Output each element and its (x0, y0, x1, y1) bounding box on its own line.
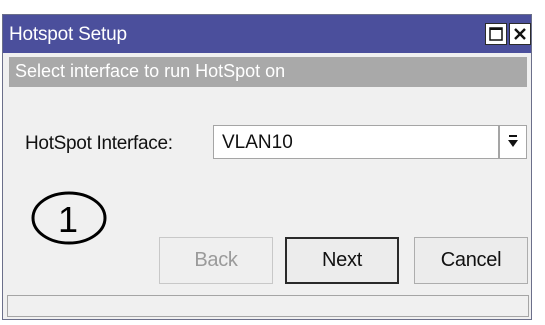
close-icon (514, 28, 526, 40)
back-button[interactable]: Back (159, 237, 273, 284)
interface-dropdown-button[interactable] (499, 125, 527, 159)
maximize-icon (489, 27, 503, 41)
instruction-bar: Select interface to run HotSpot on (9, 57, 527, 87)
dropdown-arrow-icon (508, 135, 518, 147)
maximize-button[interactable] (485, 23, 507, 45)
title-bar[interactable]: Hotspot Setup (3, 15, 531, 53)
next-button[interactable]: Next (285, 237, 399, 284)
status-bar (7, 295, 529, 317)
cancel-button[interactable]: Cancel (414, 237, 528, 284)
window-title: Hotspot Setup (9, 24, 127, 45)
hotspot-interface-value: VLAN10 (222, 132, 293, 153)
step-number: 1 (57, 199, 79, 240)
hotspot-setup-window: Hotspot Setup Select interface to run Ho… (2, 14, 532, 320)
close-button[interactable] (509, 23, 531, 45)
hotspot-interface-select[interactable]: VLAN10 (213, 125, 499, 159)
hotspot-interface-label: HotSpot Interface: (25, 133, 173, 154)
